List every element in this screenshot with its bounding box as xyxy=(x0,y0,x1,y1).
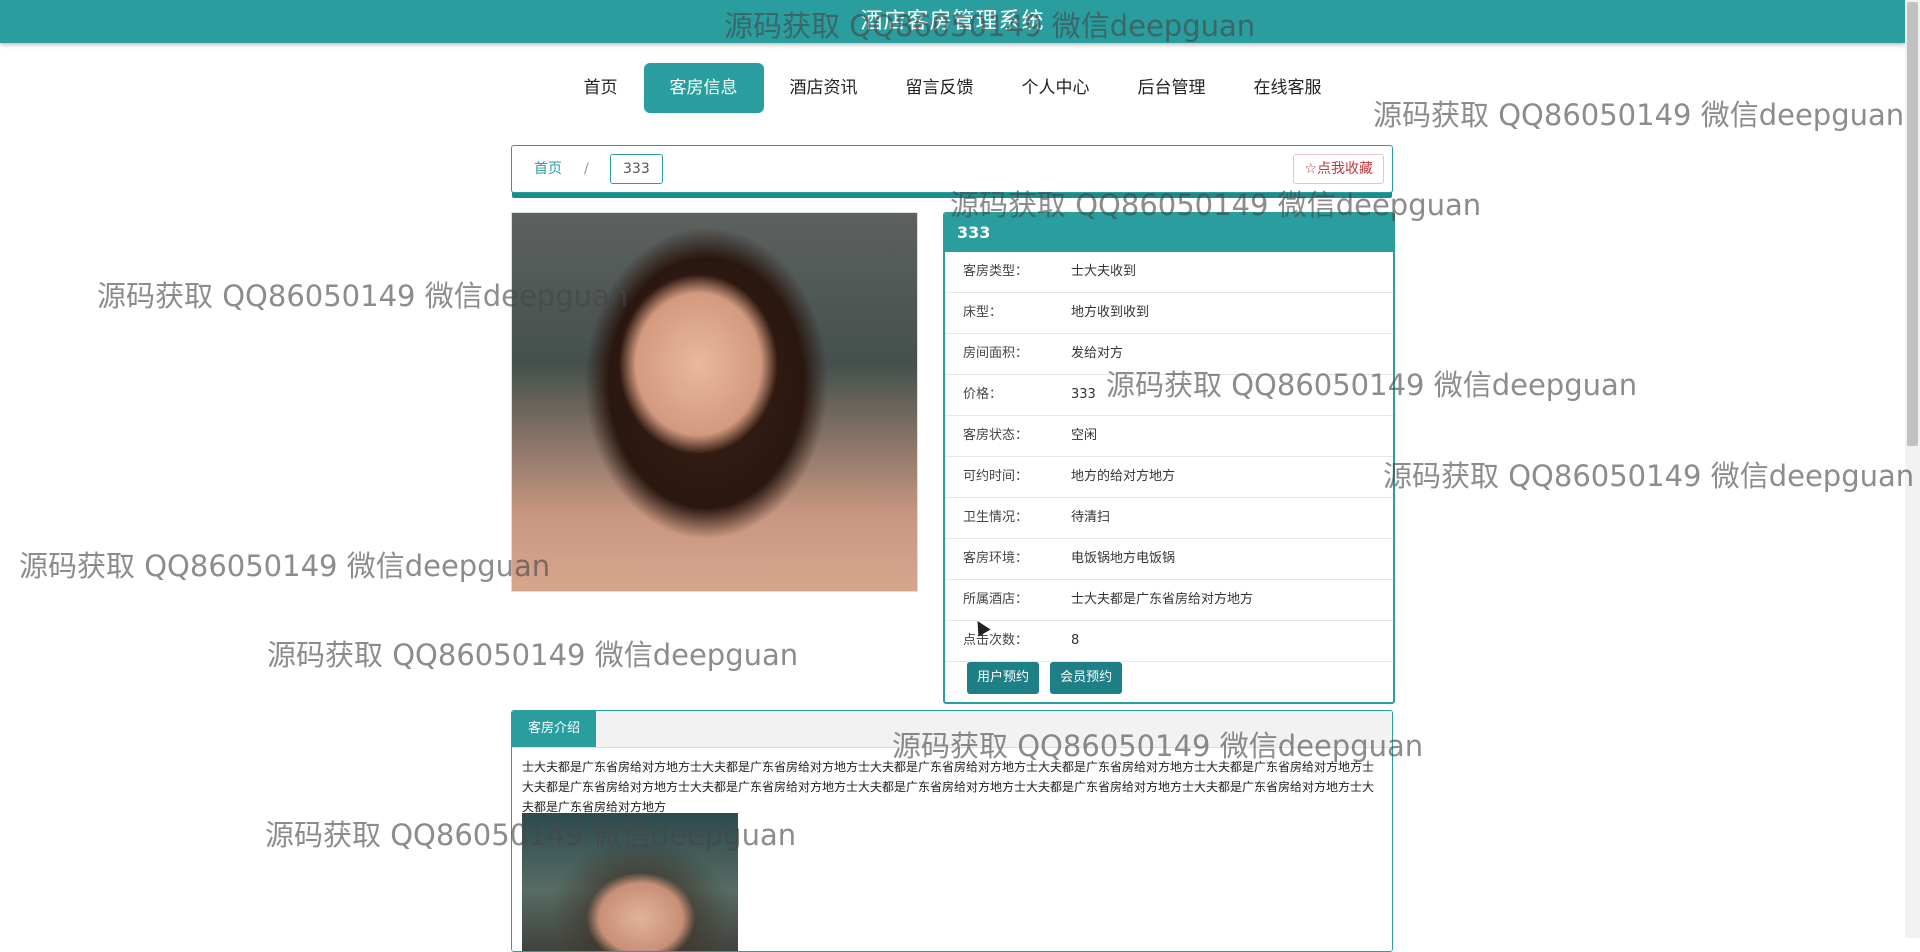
main-nav: 首页 客房信息 酒店资讯 留言反馈 个人中心 后台管理 在线客服 xyxy=(0,63,1905,113)
member-book-button[interactable]: 会员预约 xyxy=(1050,662,1123,694)
detail-row: 卫生情况： 待清扫 xyxy=(945,498,1393,539)
field-value: 333 xyxy=(1071,387,1096,402)
favorite-button[interactable]: ☆点我收藏 xyxy=(1293,154,1384,184)
booking-buttons: 用户预约 会员预约 xyxy=(967,662,1128,694)
field-value: 空闲 xyxy=(1071,428,1098,443)
intro-tabbar: 客房介绍 xyxy=(512,711,1392,748)
detail-row: 所属酒店： 士大夫都是广东省房给对方地方 xyxy=(945,580,1393,621)
room-detail-panel: 333 客房类型： 士大夫收到 床型： 地方收到收到 房间面积： 发给对方 价格： 33… xyxy=(943,212,1395,704)
scrollbar-thumb[interactable] xyxy=(1907,2,1918,446)
field-value: 发给对方 xyxy=(1071,346,1124,361)
detail-row: 可约时间： 地方的给对方地方 xyxy=(945,457,1393,498)
field-label: 卫生情况： xyxy=(963,510,1029,525)
field-label: 床型： xyxy=(963,305,1003,320)
nav-item-admin[interactable]: 后台管理 xyxy=(1116,63,1228,113)
field-value: 士大夫都是广东省房给对方地方 xyxy=(1071,592,1254,607)
nav-item-news[interactable]: 酒店资讯 xyxy=(768,63,880,113)
nav-item-feedback[interactable]: 留言反馈 xyxy=(884,63,996,113)
field-label: 房间面积： xyxy=(963,346,1029,361)
detail-row: 床型： 地方收到收到 xyxy=(945,293,1393,334)
intro-image xyxy=(522,813,738,951)
field-label: 客房环境： xyxy=(963,551,1029,566)
detail-row: 客房状态： 空闲 xyxy=(945,416,1393,457)
field-value: 电饭锅地方电饭锅 xyxy=(1071,551,1176,566)
room-intro-panel: 客房介绍 士大夫都是广东省房给对方地方士大夫都是广东省房给对方地方士大夫都是广东… xyxy=(511,710,1393,952)
watermark: 源码获取 QQ86050149 微信deepguan xyxy=(19,549,551,583)
field-value: 待清扫 xyxy=(1071,510,1111,525)
room-title: 333 xyxy=(945,214,1393,252)
field-label: 客房类型： xyxy=(963,264,1029,279)
detail-row: 房间面积： 发给对方 xyxy=(945,334,1393,375)
room-photo xyxy=(511,212,918,592)
breadcrumb: 首页 / 333 ☆点我收藏 xyxy=(511,145,1393,193)
nav-item-rooms[interactable]: 客房信息 xyxy=(643,63,764,113)
breadcrumb-current: 333 xyxy=(610,154,663,184)
detail-row: 点击次数： 8 xyxy=(945,621,1393,662)
detail-row: 价格： 333 xyxy=(945,375,1393,416)
watermark: 源码获取 QQ86050149 微信deepguan xyxy=(1383,459,1915,493)
watermark: 源码获取 QQ86050149 微信deepguan xyxy=(267,638,799,672)
field-label: 客房状态： xyxy=(963,428,1029,443)
field-label: 价格： xyxy=(963,387,1003,402)
field-value: 地方的给对方地方 xyxy=(1071,469,1176,484)
field-label: 可约时间： xyxy=(963,469,1029,484)
nav-item-support[interactable]: 在线客服 xyxy=(1232,63,1344,113)
tab-room-intro[interactable]: 客房介绍 xyxy=(512,711,597,747)
intro-text: 士大夫都是广东省房给对方地方士大夫都是广东省房给对方地方士大夫都是广东省房给对方… xyxy=(522,760,1375,814)
detail-row: 客房类型： 士大夫收到 xyxy=(945,252,1393,293)
page-scrollbar[interactable] xyxy=(1905,0,1920,938)
breadcrumb-home-link[interactable]: 首页 xyxy=(534,146,562,192)
field-value: 8 xyxy=(1071,633,1080,648)
detail-row: 客房环境： 电饭锅地方电饭锅 xyxy=(945,539,1393,580)
breadcrumb-separator: / xyxy=(584,161,589,177)
app-title: 酒店客房管理系统 xyxy=(0,0,1905,43)
field-value: 地方收到收到 xyxy=(1071,305,1150,320)
user-book-button[interactable]: 用户预约 xyxy=(967,662,1040,694)
field-value: 士大夫收到 xyxy=(1071,264,1137,279)
field-label: 所属酒店： xyxy=(963,592,1029,607)
nav-item-profile[interactable]: 个人中心 xyxy=(1000,63,1112,113)
nav-item-home[interactable]: 首页 xyxy=(562,63,640,113)
